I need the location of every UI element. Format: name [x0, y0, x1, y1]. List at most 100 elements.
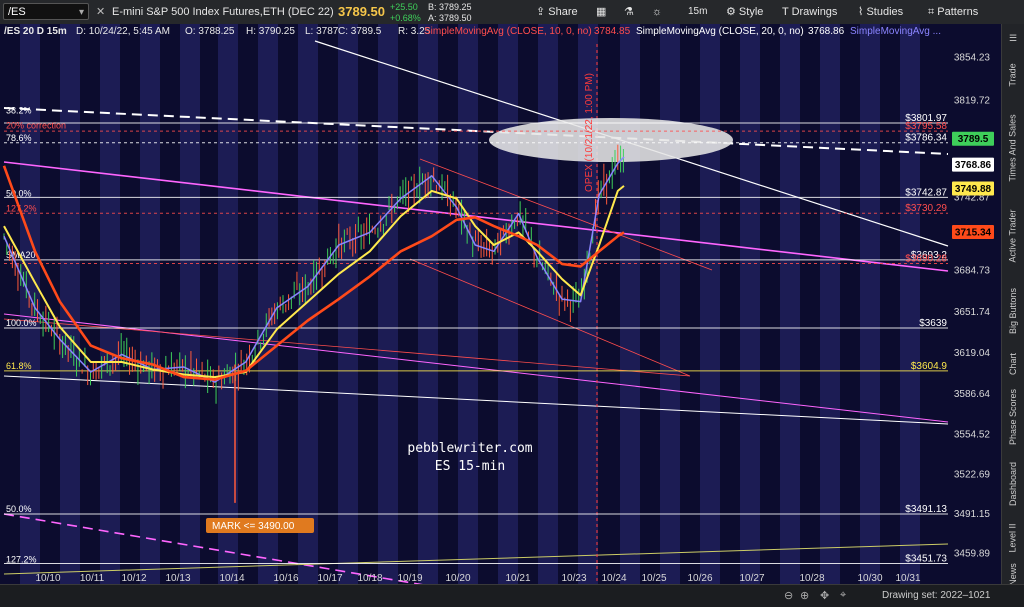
price-badge: 3749.88	[952, 181, 994, 196]
symbol-description: E-mini S&P 500 Index Futures,ETH (DEC 22…	[112, 6, 334, 18]
tab-label: Active Trader	[1008, 209, 1018, 263]
session-band	[538, 24, 558, 584]
tab-active-trader[interactable]: Active Trader	[1002, 196, 1024, 276]
session-band	[860, 24, 880, 584]
sma10-value: 3784.85	[594, 26, 631, 37]
right-sidebar: ☰ Trade Times And Sales Active Trader Bi…	[1001, 24, 1024, 605]
style-icon: ⚙	[726, 6, 739, 18]
drawings-button[interactable]: T Drawings	[782, 0, 837, 24]
pencil-icon: T	[782, 6, 792, 18]
price-badge: 3789.5	[952, 131, 994, 146]
svg-text:3768.86: 3768.86	[955, 160, 992, 171]
fib-label: 100.0%	[6, 318, 37, 328]
close-icon[interactable]: ✕	[96, 0, 105, 24]
session-band	[458, 24, 478, 584]
bar-low: L: 3787	[305, 26, 339, 37]
highlight-ellipse[interactable]	[489, 118, 733, 162]
tab-level-ii[interactable]: Level II	[1002, 516, 1024, 560]
chevron-down-icon[interactable]: ▾	[79, 4, 84, 21]
drawing-set[interactable]: Drawing set: 2022–1021	[882, 590, 990, 601]
x-tick-label: 10/14	[219, 573, 244, 584]
flask-icon[interactable]: ⚗	[624, 0, 634, 24]
session-band	[338, 24, 358, 584]
tab-phase-scores[interactable]: Phase Scores	[1002, 384, 1024, 450]
price-level-label: $3451.73	[905, 554, 947, 565]
sun-icon[interactable]: ☼	[652, 0, 662, 24]
x-tick-label: 10/24	[601, 573, 626, 584]
x-tick-label: 10/19	[397, 573, 422, 584]
svg-text:3789.5: 3789.5	[958, 134, 989, 145]
x-tick-label: 10/16	[273, 573, 298, 584]
y-tick-label: 3854.23	[954, 52, 991, 63]
y-tick-label: 3819.72	[954, 96, 991, 107]
tab-label: Chart	[1008, 352, 1019, 376]
studies-button[interactable]: ⌇ Studies	[858, 0, 903, 24]
x-tick-label: 10/30	[857, 573, 882, 584]
x-tick-label: 10/28	[799, 573, 824, 584]
patterns-button[interactable]: ⌗ Patterns	[928, 0, 978, 24]
share-label: Share	[548, 6, 578, 18]
fib-label: 20% correction	[6, 121, 66, 131]
price-level-label: $3639	[919, 318, 947, 329]
opex-label: OPEX (10/21/22, 1:00 PM)	[584, 73, 595, 192]
price-badge: 3715.34	[952, 224, 994, 239]
session-band	[418, 24, 438, 584]
x-tick-label: 10/10	[35, 573, 60, 584]
hamburger-icon[interactable]: ☰	[1002, 26, 1024, 50]
zoom-in-icon[interactable]: ⊕	[800, 589, 809, 602]
session-band	[740, 24, 760, 584]
price-level-label: $3795.58	[905, 121, 947, 132]
last-price: 3789.50	[338, 4, 385, 19]
study-info-row: /ES 20 D 15m D: 10/24/22, 5:45 AM O: 378…	[0, 25, 1000, 39]
mark-label: MARK <= 3490.00	[212, 521, 295, 532]
calendar-icon[interactable]: ▦	[596, 0, 606, 24]
sma10-label[interactable]: SimpleMovingAvg (CLOSE, 10, 0, no)	[424, 25, 592, 39]
tab-dashboard[interactable]: Dashboard	[1002, 454, 1024, 514]
symbol-input[interactable]: /ES ▾	[3, 3, 89, 20]
patterns-label: Patterns	[937, 6, 979, 18]
studies-label: Studies	[866, 6, 904, 18]
x-tick-label: 10/25	[641, 573, 666, 584]
tab-label: Dashboard	[1008, 461, 1018, 507]
timeframe-button[interactable]: 15m	[688, 0, 707, 24]
tab-chart[interactable]: Chart	[1002, 344, 1024, 384]
magnet-icon[interactable]: ⌖	[840, 589, 846, 602]
x-tick-label: 10/27	[739, 573, 764, 584]
fib-label: 50.0%	[6, 188, 32, 198]
sma20-value: 3768.86	[808, 26, 845, 37]
price-badge: 3768.86	[952, 157, 994, 172]
y-tick-label: 3684.73	[954, 265, 991, 276]
mark-badge[interactable]: MARK <= 3490.00	[206, 518, 314, 533]
style-button[interactable]: ⚙ Style	[726, 0, 763, 24]
zoom-out-icon[interactable]: ⊖	[784, 589, 793, 602]
tab-label: Times And Sales	[1008, 114, 1019, 182]
tab-trade[interactable]: Trade	[1002, 54, 1024, 96]
tab-times-and-sales[interactable]: Times And Sales	[1002, 102, 1024, 194]
fib-label: 78.6%	[6, 133, 32, 143]
pan-icon[interactable]: ✥	[820, 589, 829, 602]
price-level-label: $3690.28	[905, 254, 947, 265]
y-tick-label: 3586.64	[954, 389, 991, 400]
patterns-icon: ⌗	[928, 6, 938, 18]
tab-label: Big Buttons	[1008, 287, 1018, 335]
x-tick-label: 10/13	[165, 573, 190, 584]
x-tick-label: 10/26	[687, 573, 712, 584]
x-tick-label: 10/20	[445, 573, 470, 584]
price-level-label: $3604.9	[911, 361, 948, 372]
session-band	[820, 24, 840, 584]
y-tick-label: 3522.69	[954, 469, 991, 480]
y-tick-label: 3491.15	[954, 509, 991, 520]
x-tick-label: 10/21	[505, 573, 530, 584]
session-band	[378, 24, 398, 584]
share-button[interactable]: ⇪ Share	[536, 0, 578, 24]
symbol-value: /ES	[8, 6, 26, 18]
fib-label: 38.2%	[6, 105, 32, 115]
fib-label: 61.8%	[6, 361, 32, 371]
price-level-label: $3730.29	[905, 203, 947, 214]
sma3-label[interactable]: SimpleMovingAvg ...	[850, 25, 941, 39]
sma20-label[interactable]: SimpleMovingAvg (CLOSE, 20, 0, no)	[636, 25, 804, 39]
x-tick-label: 10/12	[121, 573, 146, 584]
y-tick-label: 3651.74	[954, 307, 991, 318]
price-chart[interactable]: $3801.97$3795.58$3786.34$3742.87$3730.29…	[0, 24, 1002, 584]
tab-big-buttons[interactable]: Big Buttons	[1002, 278, 1024, 344]
